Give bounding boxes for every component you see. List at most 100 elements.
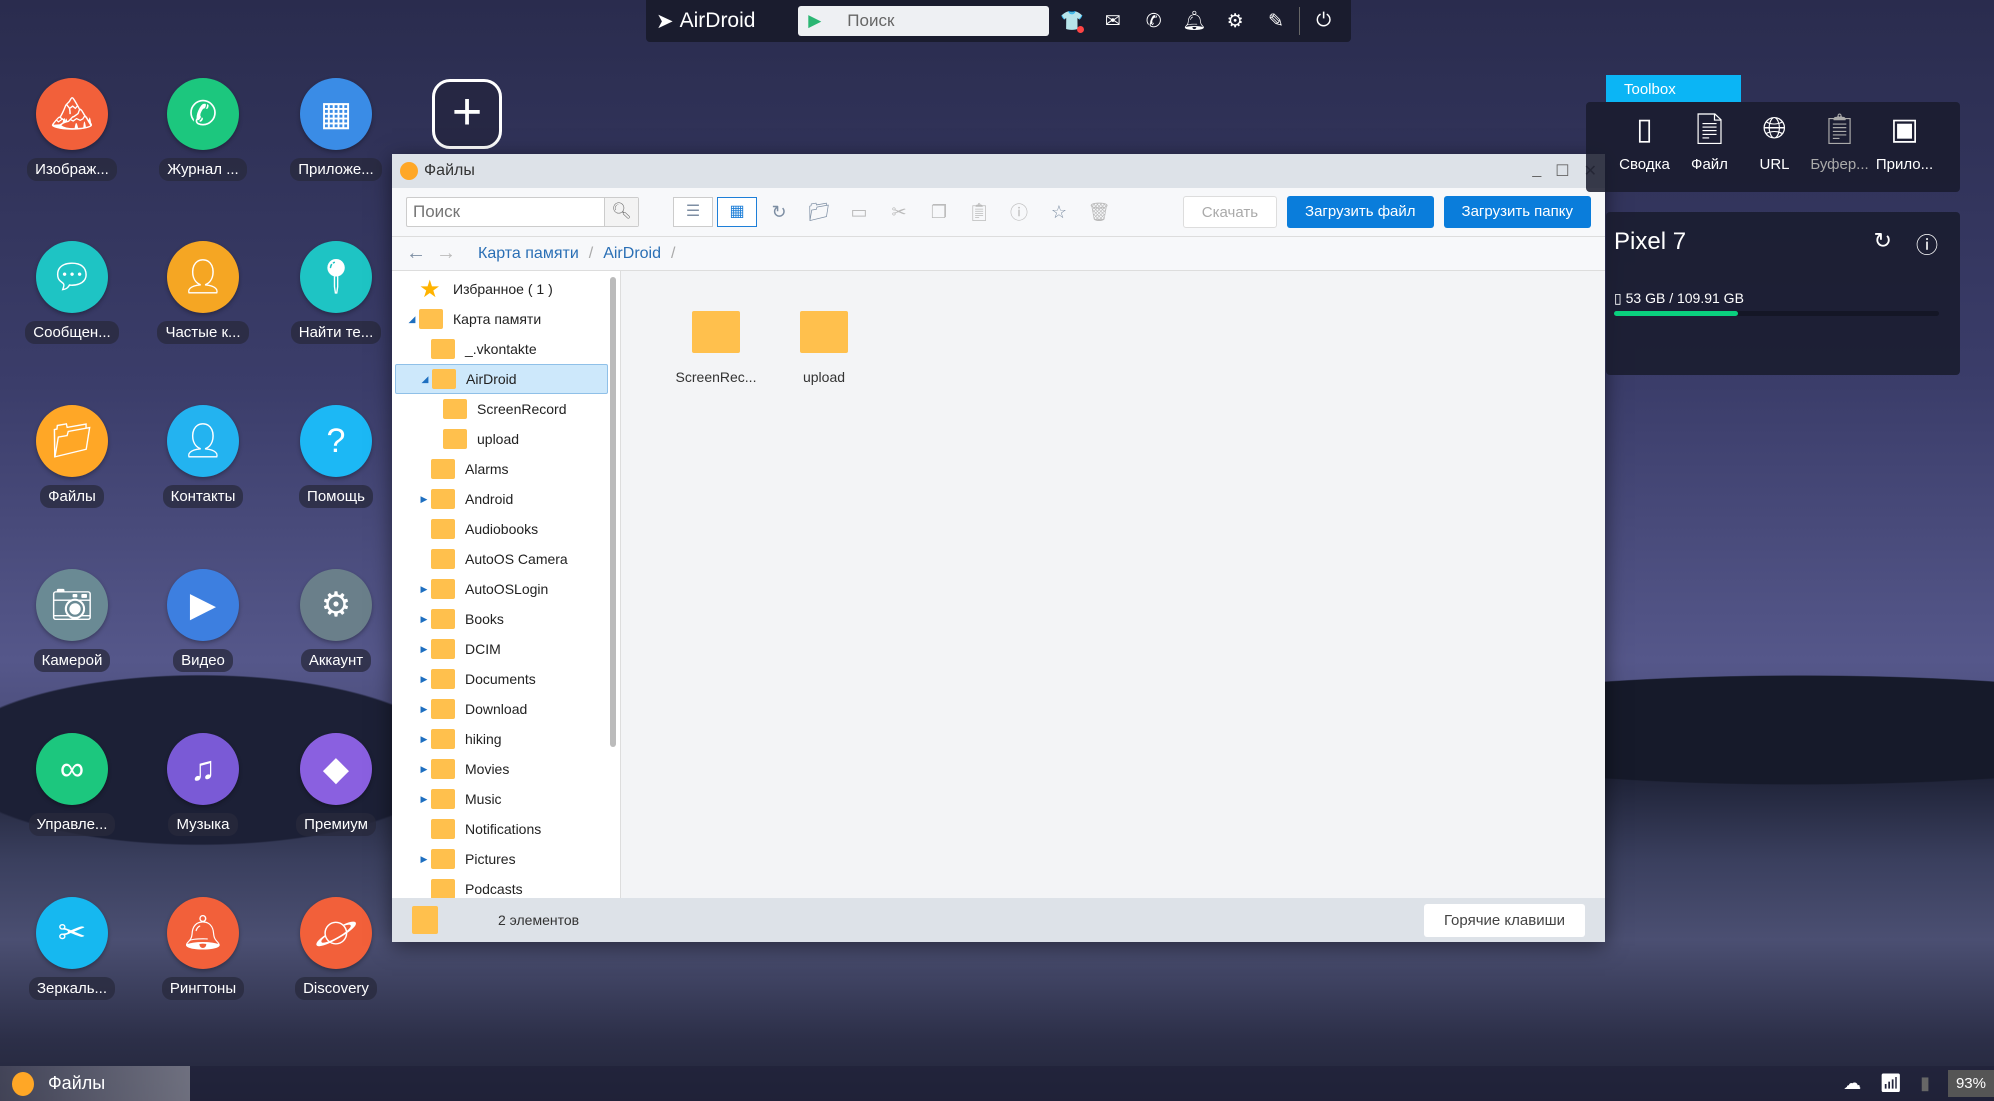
search-icon[interactable]: 🔍︎: [604, 198, 638, 226]
tree-item[interactable]: ▶ Documents: [395, 664, 608, 694]
mail-add-icon[interactable]: ✉: [1096, 10, 1131, 33]
tshirt-icon[interactable]: 👕: [1055, 9, 1090, 33]
expanded-arrow-icon[interactable]: ◢: [405, 314, 419, 325]
toolbox-package[interactable]: ▣ Прило...: [1872, 112, 1937, 192]
refresh-icon[interactable]: ↻: [1874, 228, 1892, 260]
desktop-app-camera[interactable]: 📷︎ Камерой: [7, 569, 137, 677]
desktop-app-location[interactable]: 📍︎ Найти те...: [271, 241, 401, 349]
desktop-app-image[interactable]: 🏔︎ Изображ...: [7, 78, 137, 186]
tree-item[interactable]: ▶ Download: [395, 694, 608, 724]
folder-item[interactable]: upload: [769, 311, 879, 385]
desktop-app-help[interactable]: ? Помощь: [271, 405, 401, 513]
tree-item[interactable]: Audiobooks: [395, 514, 608, 544]
delete-icon[interactable]: 🗑︎: [1081, 202, 1117, 223]
tree-item[interactable]: ▶ AutoOSLogin: [395, 574, 608, 604]
back-icon[interactable]: ←: [406, 242, 426, 265]
gear-icon[interactable]: ⚙: [1218, 10, 1253, 33]
desktop-app-planet[interactable]: 🪐︎ Discovery: [271, 897, 401, 1005]
refresh-icon[interactable]: ↻: [761, 202, 797, 223]
expanded-arrow-icon[interactable]: ◢: [418, 374, 432, 385]
desktop-app-scissors[interactable]: ✂ Зеркаль...: [7, 897, 137, 1005]
folder-item[interactable]: ScreenRec...: [661, 311, 771, 385]
tree-item[interactable]: ScreenRecord: [395, 394, 608, 424]
tree-item[interactable]: ▶ Android: [395, 484, 608, 514]
collapsed-arrow-icon[interactable]: ▶: [417, 584, 431, 595]
maximize-icon[interactable]: ☐: [1555, 161, 1569, 181]
phone-icon[interactable]: ✆: [1136, 10, 1171, 33]
star-icon[interactable]: ☆: [1041, 202, 1077, 223]
window-title-bar[interactable]: Файлы _☐✕: [392, 154, 1605, 188]
tree-item[interactable]: AutoOS Camera: [395, 544, 608, 574]
bell-icon[interactable]: 🔔︎: [1177, 9, 1212, 33]
tree-item[interactable]: Notifications: [395, 814, 608, 844]
tree-item[interactable]: ▶ Movies: [395, 754, 608, 784]
tree-item[interactable]: _.vkontakte: [395, 334, 608, 364]
collapsed-arrow-icon[interactable]: ▶: [417, 644, 431, 655]
new-folder-icon[interactable]: 📁︎: [801, 202, 837, 223]
collapsed-arrow-icon[interactable]: ▶: [417, 704, 431, 715]
collapsed-arrow-icon[interactable]: ▶: [417, 734, 431, 745]
desktop-app-binoculars[interactable]: ∞ Управле...: [7, 733, 137, 841]
desktop-app-bell[interactable]: 🔔︎ Рингтоны: [138, 897, 268, 1005]
grid-view-button[interactable]: ▦: [717, 197, 757, 227]
desktop-app-gear[interactable]: ⚙ Аккаунт: [271, 569, 401, 677]
minimize-icon[interactable]: _: [1532, 161, 1541, 181]
upload-folder-button[interactable]: Загрузить папку: [1443, 196, 1591, 228]
forward-icon[interactable]: →: [436, 242, 456, 265]
list-view-button[interactable]: ☰: [673, 197, 713, 227]
desktop-app-phone[interactable]: ✆ Журнал ...: [138, 78, 268, 186]
desktop-app-folder[interactable]: 📁︎ Файлы: [7, 405, 137, 513]
toolbox-tab[interactable]: Toolbox: [1606, 75, 1741, 102]
taskbar-app-files[interactable]: Файлы: [0, 1066, 190, 1101]
desktop-app-message[interactable]: 💬︎ Сообщен...: [7, 241, 137, 349]
power-icon[interactable]: ⏻: [1306, 10, 1341, 32]
breadcrumb-item[interactable]: AirDroid: [603, 245, 661, 263]
desktop-app-video[interactable]: ▶ Видео: [138, 569, 268, 677]
toolbox-phone[interactable]: ▯ Сводка: [1612, 112, 1677, 192]
collapsed-arrow-icon[interactable]: ▶: [417, 854, 431, 865]
pen-icon[interactable]: ✎: [1259, 10, 1294, 33]
tree-item[interactable]: ★ Избранное ( 1 ): [395, 274, 608, 304]
desktop-app-frequent-contacts[interactable]: 👤︎ Частые к...: [138, 241, 268, 349]
collapsed-arrow-icon[interactable]: ▶: [417, 614, 431, 625]
tree-item[interactable]: ▶ Music: [395, 784, 608, 814]
toolbox-clipboard[interactable]: 📋︎ Буфер...: [1807, 112, 1872, 192]
info-icon[interactable]: ⓘ: [1916, 228, 1938, 260]
hotkeys-button[interactable]: Горячие клавиши: [1423, 903, 1585, 937]
top-search-input[interactable]: ▶ Поиск: [798, 6, 1049, 36]
tree-item[interactable]: Podcasts: [395, 874, 608, 898]
file-search-input[interactable]: [407, 198, 604, 226]
download-button[interactable]: Скачать: [1182, 196, 1278, 228]
tree-scrollbar[interactable]: [610, 277, 616, 747]
cut-icon[interactable]: ✂: [881, 202, 917, 223]
tree-item[interactable]: Alarms: [395, 454, 608, 484]
tree-item[interactable]: ◢ Карта памяти: [395, 304, 608, 334]
app-label: Контакты: [162, 485, 244, 508]
upload-file-button[interactable]: Загрузить файл: [1287, 196, 1434, 228]
tree-item[interactable]: ▶ Books: [395, 604, 608, 634]
phone-icon: ✆: [167, 78, 239, 150]
desktop-app-apps[interactable]: ▦ Приложе...: [271, 78, 401, 186]
desktop-app-contacts[interactable]: 👤︎ Контакты: [138, 405, 268, 513]
add-app-button[interactable]: +: [432, 79, 502, 149]
tree-item[interactable]: ▶ hiking: [395, 724, 608, 754]
copy-icon[interactable]: ❐: [921, 202, 957, 223]
tool-label: Сводка: [1619, 156, 1670, 173]
collapsed-arrow-icon[interactable]: ▶: [417, 764, 431, 775]
tree-item[interactable]: ▶ DCIM: [395, 634, 608, 664]
tree-item[interactable]: upload: [395, 424, 608, 454]
desktop-app-diamond[interactable]: ◆ Премиум: [271, 733, 401, 841]
collapsed-arrow-icon[interactable]: ▶: [417, 674, 431, 685]
toolbox-globe-link[interactable]: 🌐︎ URL: [1742, 112, 1807, 192]
tree-item[interactable]: ▶ Pictures: [395, 844, 608, 874]
collapsed-arrow-icon[interactable]: ▶: [417, 494, 431, 505]
tree-item[interactable]: ◢ AirDroid: [395, 364, 608, 394]
rename-icon[interactable]: ▭: [841, 202, 877, 223]
breadcrumb-item[interactable]: Карта памяти: [478, 245, 579, 263]
paste-icon[interactable]: 📋︎: [961, 202, 997, 223]
link-icon[interactable]: ☁: [1843, 1073, 1861, 1094]
collapsed-arrow-icon[interactable]: ▶: [417, 794, 431, 805]
desktop-app-music[interactable]: ♫ Музыка: [138, 733, 268, 841]
info-icon[interactable]: ⓘ: [1001, 199, 1037, 225]
toolbox-file[interactable]: 📄︎ Файл: [1677, 112, 1742, 192]
